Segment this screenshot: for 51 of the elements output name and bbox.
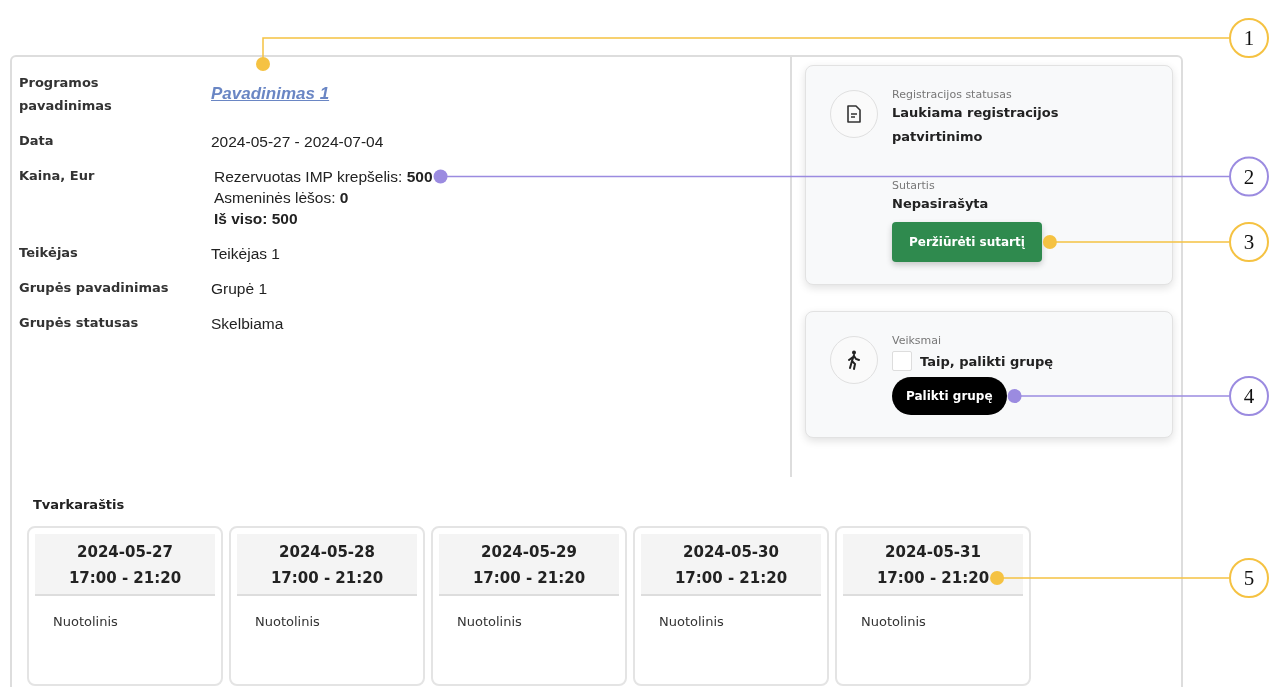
- field-label: Grupės statusas: [19, 314, 140, 332]
- session-mode: Nuotolinis: [658, 613, 725, 629]
- callout-number: 4: [1243, 384, 1255, 408]
- callout-circle: [1229, 18, 1269, 58]
- session-date: 2024-05-29: [481, 542, 577, 562]
- session-mode: Nuotolinis: [52, 613, 119, 629]
- session-date: 2024-05-30: [683, 542, 779, 562]
- field-label: Grupės pavadinimas: [19, 279, 170, 297]
- session-date: 2024-05-27: [77, 542, 173, 562]
- session-mode: Nuotolinis: [860, 613, 927, 629]
- callout-number: 5: [1243, 566, 1255, 590]
- session-time: 17:00 - 21:20: [876, 568, 990, 588]
- field-value: Skelbiama: [211, 315, 284, 332]
- callout-circle: [1229, 376, 1269, 416]
- field-label: Programos pavadinimas: [19, 74, 113, 115]
- field-value: 2024-05-27 - 2024-07-04: [211, 133, 384, 150]
- checkbox[interactable]: [892, 351, 912, 371]
- session-time: 17:00 - 21:20: [270, 568, 384, 588]
- checkbox-label: Taip, palikti grupę: [920, 353, 1054, 369]
- callout-number: 2: [1243, 164, 1255, 189]
- callout-number: 1: [1243, 26, 1255, 50]
- status-value: Laukiama registracijos patvirtinimo: [892, 104, 1060, 146]
- leave-group-button[interactable]: Palikti grupę: [892, 377, 1007, 415]
- contract-value: Nepasirašyta: [892, 195, 989, 213]
- session-time: 17:00 - 21:20: [68, 568, 182, 588]
- program-link[interactable]: Pavadinimas 1: [211, 84, 330, 103]
- session-mode: Nuotolinis: [456, 613, 523, 629]
- actions-label: Veiksmai: [892, 334, 942, 347]
- session-time: 17:00 - 21:20: [674, 568, 788, 588]
- session-mode: Nuotolinis: [254, 613, 321, 629]
- session-date: 2024-05-31: [885, 542, 981, 562]
- contract-label: Sutartis: [892, 179, 935, 192]
- field-value: Grupė 1: [211, 280, 267, 297]
- field-label: Data: [19, 132, 55, 150]
- price-line: Iš viso: 500: [213, 209, 299, 229]
- walking-person-icon: [830, 336, 878, 384]
- field-label: Teikėjas: [19, 244, 79, 262]
- field-label: Kaina, Eur: [19, 167, 96, 185]
- document-icon: [830, 90, 878, 138]
- price-line: Asmeninės lėšos: 0: [213, 188, 350, 208]
- callout-circle: [1229, 558, 1269, 598]
- field-value: Teikėjas 1: [211, 245, 280, 262]
- view-contract-button[interactable]: Peržiūrėti sutartį: [892, 222, 1042, 262]
- schedule-title: Tvarkaraštis: [33, 497, 126, 512]
- session-date: 2024-05-28: [279, 542, 375, 562]
- callout-circle: [1229, 222, 1269, 262]
- price-line: Rezervuotas IMP krepšelis: 500: [213, 167, 433, 187]
- status-label: Registracijos statusas: [892, 88, 1012, 101]
- callout-circle: [1229, 156, 1269, 197]
- session-time: 17:00 - 21:20: [472, 568, 586, 588]
- callout-number: 3: [1243, 230, 1255, 254]
